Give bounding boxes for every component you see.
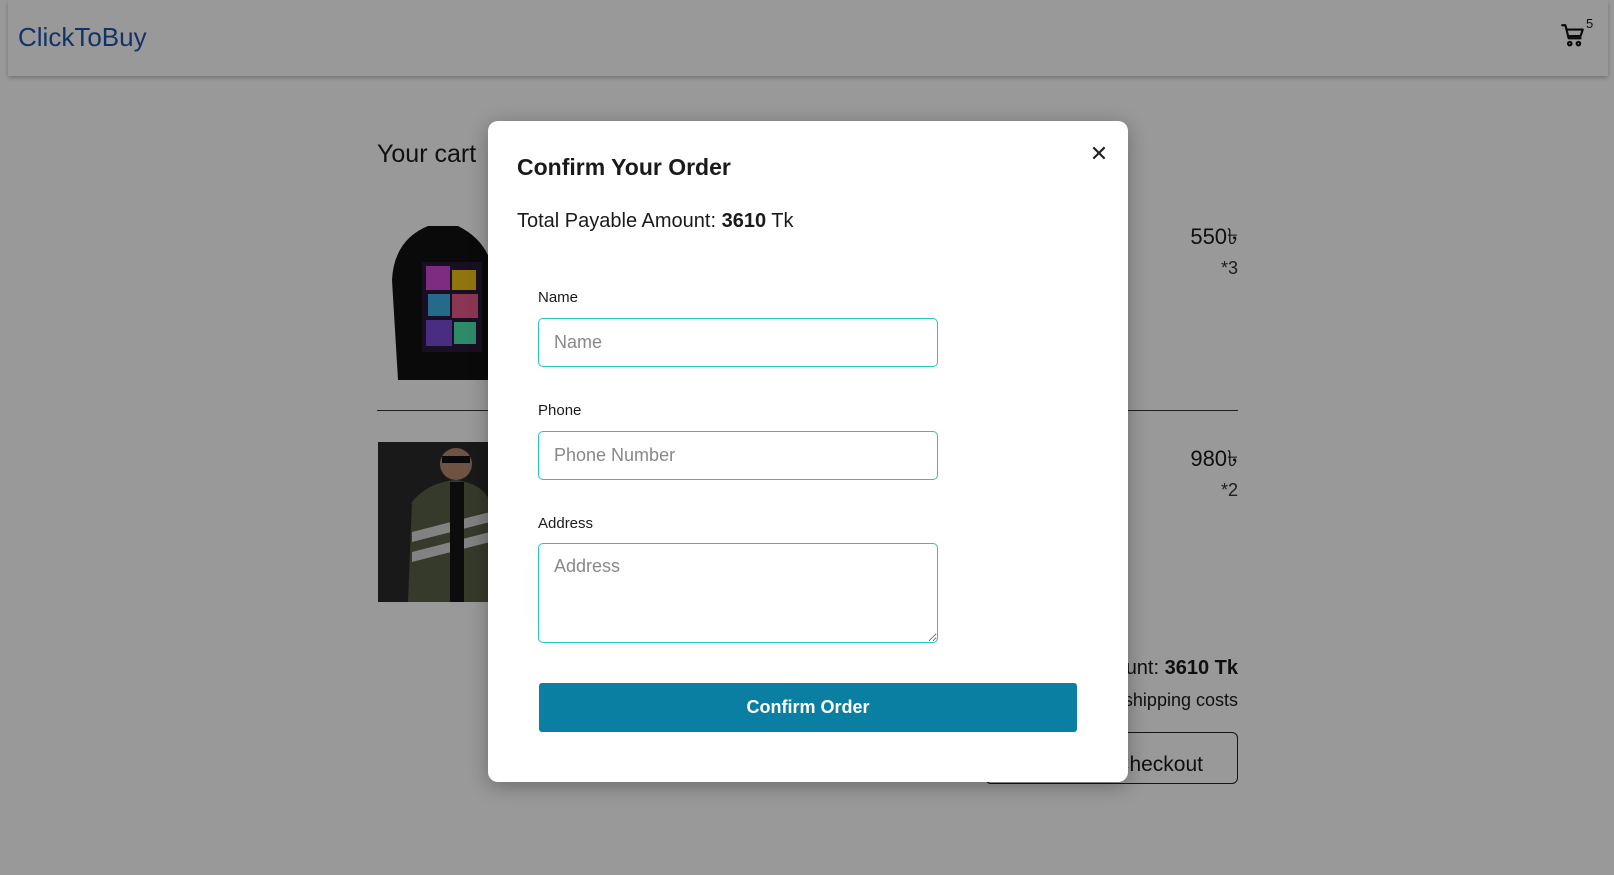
phone-label: Phone — [538, 402, 582, 419]
modal-title: Confirm Your Order — [517, 154, 731, 180]
name-label: Name — [538, 289, 579, 306]
close-icon: ✕ — [1089, 141, 1109, 166]
name-input[interactable] — [538, 318, 938, 367]
phone-input[interactable] — [538, 431, 938, 480]
address-label: Address — [538, 515, 594, 532]
confirm-order-button[interactable]: Confirm Order — [539, 683, 1077, 732]
close-button[interactable]: ✕ — [1086, 141, 1112, 167]
confirm-order-modal: Confirm Your Order ✕ Total Payable Amoun… — [488, 121, 1128, 782]
total-payable: Total Payable Amount: 3610 Tk — [517, 210, 794, 232]
address-textarea[interactable] — [538, 543, 938, 643]
